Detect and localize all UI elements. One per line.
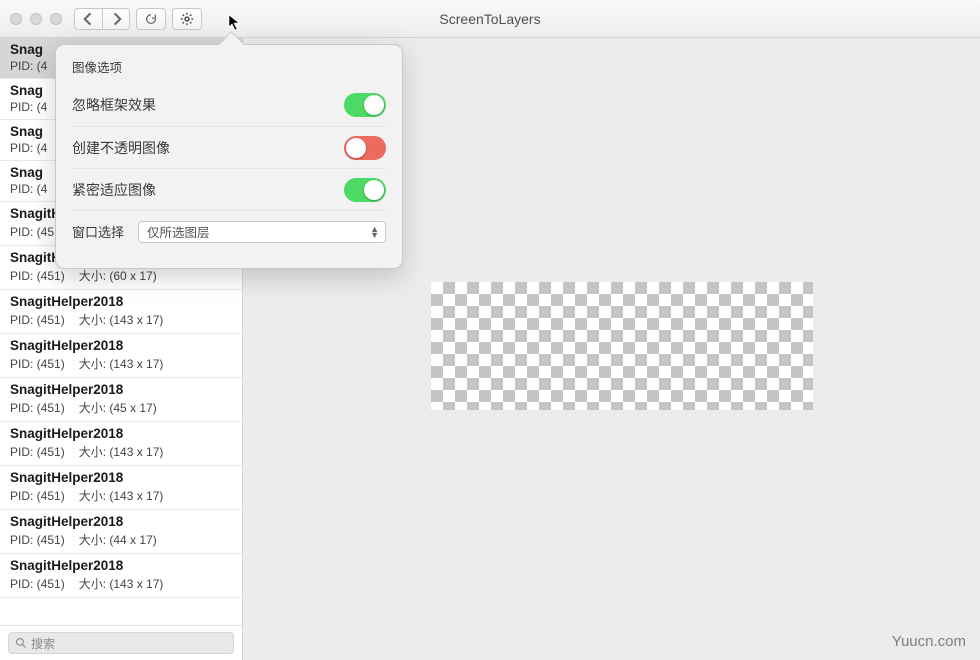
close-icon[interactable] [10,13,22,25]
forward-button[interactable] [102,8,130,30]
search-placeholder: 搜索 [31,635,55,652]
transparency-preview [431,282,813,410]
minimize-icon[interactable] [30,13,42,25]
search-bar: 搜索 [0,625,242,660]
list-item-meta: PID: (451)大小: (44 x 17) [10,531,232,548]
watermark: Yuucn.com [892,633,966,650]
option-label: 创建不透明图像 [72,138,170,158]
settings-popover: 图像选项 忽略框架效果 创建不透明图像 紧密适应图像 窗口选择 仅所选图层 ▲▼ [55,44,403,269]
list-item[interactable]: SnagitHelper2018 PID: (451)大小: (143 x 17) [0,422,242,466]
list-item-title: SnagitHelper2018 [10,382,232,397]
list-item-meta: PID: (451)大小: (143 x 17) [10,355,232,372]
list-item-meta: PID: (451)大小: (143 x 17) [10,575,232,592]
option-opaque-image: 创建不透明图像 [72,126,386,168]
list-item-title: SnagitHelper2018 [10,470,232,485]
list-item-title: SnagitHelper2018 [10,558,232,573]
toggle-tight-fit[interactable] [344,178,386,202]
list-item[interactable]: SnagitHelper2018 PID: (451)大小: (45 x 17) [0,378,242,422]
toggle-opaque-image[interactable] [344,136,386,160]
list-item-meta: PID: (451)大小: (143 x 17) [10,311,232,328]
window-select-row: 窗口选择 仅所选图层 ▲▼ [72,210,386,252]
list-item-meta: PID: (451)大小: (60 x 17) [10,267,232,284]
nav-group [74,8,130,30]
back-button[interactable] [74,8,102,30]
toggle-ignore-frame[interactable] [344,93,386,117]
refresh-button[interactable] [136,8,166,30]
list-item[interactable]: SnagitHelper2018 PID: (451)大小: (143 x 17) [0,290,242,334]
toolbar [74,8,202,30]
window-select[interactable]: 仅所选图层 ▲▼ [138,221,386,243]
option-label: 忽略框架效果 [72,95,156,115]
traffic-lights [10,13,62,25]
search-input[interactable]: 搜索 [8,632,234,654]
list-item-meta: PID: (451)大小: (143 x 17) [10,443,232,460]
list-item-title: SnagitHelper2018 [10,426,232,441]
list-item-meta: PID: (451)大小: (143 x 17) [10,487,232,504]
option-ignore-frame: 忽略框架效果 [72,84,386,126]
list-item-title: SnagitHelper2018 [10,338,232,353]
select-label: 窗口选择 [72,222,124,241]
settings-button[interactable] [172,8,202,30]
list-item-meta: PID: (451)大小: (45 x 17) [10,399,232,416]
popover-section-title: 图像选项 [72,57,386,76]
updown-icon: ▲▼ [370,226,379,238]
list-item[interactable]: SnagitHelper2018 PID: (451)大小: (143 x 17) [0,554,242,598]
list-item[interactable]: SnagitHelper2018 PID: (451)大小: (44 x 17) [0,510,242,554]
titlebar: ScreenToLayers [0,0,980,38]
list-item[interactable]: SnagitHelper2018 PID: (451)大小: (143 x 17) [0,466,242,510]
list-item-title: SnagitHelper2018 [10,514,232,529]
list-item[interactable]: SnagitHelper2018 PID: (451)大小: (143 x 17) [0,334,242,378]
select-value: 仅所选图层 [147,222,210,241]
option-label: 紧密适应图像 [72,180,156,200]
option-tight-fit: 紧密适应图像 [72,168,386,210]
list-item-title: SnagitHelper2018 [10,294,232,309]
zoom-icon[interactable] [50,13,62,25]
